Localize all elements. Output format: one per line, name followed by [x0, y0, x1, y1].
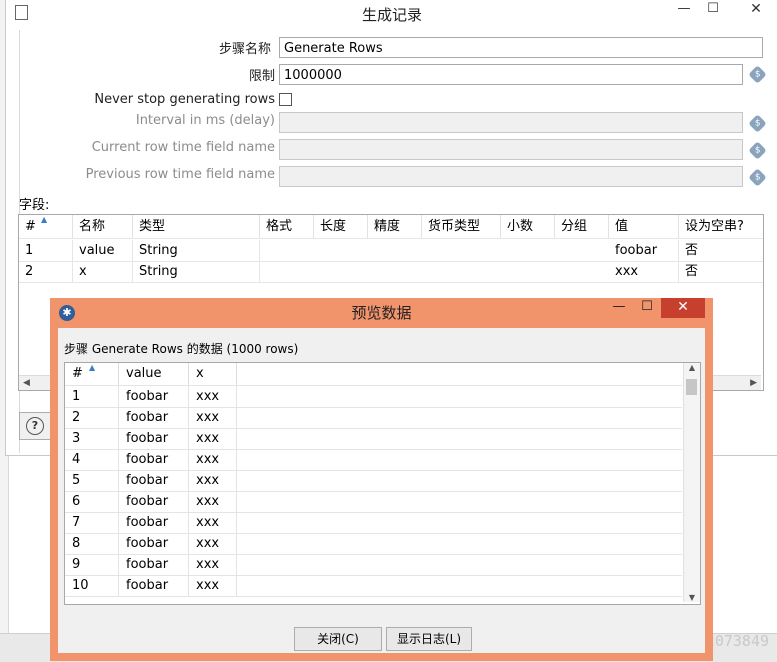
- scroll-down-icon[interactable]: ▼: [684, 593, 700, 602]
- scroll-thumb[interactable]: [686, 379, 697, 395]
- column-header-type[interactable]: 类型: [133, 215, 260, 238]
- row-divider: [65, 596, 682, 597]
- table-cell[interactable]: 2: [19, 261, 73, 282]
- dialog-titlebar: 生成记录 — ☐ ✕: [6, 0, 777, 27]
- column-header-decimal[interactable]: 小数: [501, 215, 555, 238]
- preview-body: 步骤 Generate Rows 的数据 (1000 rows) # ▲ val…: [58, 328, 705, 653]
- column-header-group[interactable]: 分组: [555, 215, 609, 238]
- column-header-value[interactable]: value: [119, 363, 189, 385]
- close-button[interactable]: ✕: [734, 0, 777, 20]
- table-cell[interactable]: 9: [65, 554, 119, 575]
- current-time-label: Current row time field name: [91, 140, 275, 155]
- column-header-precision[interactable]: 精度: [368, 215, 422, 238]
- column-header-format[interactable]: 格式: [260, 215, 314, 238]
- table-cell[interactable]: String: [133, 240, 260, 261]
- column-header-set-empty[interactable]: 设为空串?: [679, 215, 763, 238]
- vertical-scrollbar[interactable]: ▲ ▼: [683, 363, 700, 602]
- table-cell[interactable]: foobar: [609, 240, 679, 261]
- table-cell[interactable]: foobar: [119, 428, 189, 449]
- table-cell[interactable]: xxx: [189, 512, 237, 533]
- interval-input[interactable]: [279, 112, 743, 133]
- previous-time-label: Previous row time field name: [85, 167, 275, 182]
- never-stop-checkbox[interactable]: [279, 93, 292, 106]
- table-cell[interactable]: 5: [65, 470, 119, 491]
- scroll-up-icon[interactable]: ▲: [684, 363, 700, 372]
- table-cell[interactable]: 4: [65, 449, 119, 470]
- table-cell[interactable]: foobar: [119, 512, 189, 533]
- maximize-button[interactable]: ☐: [698, 0, 728, 20]
- limit-input[interactable]: 1000000: [279, 64, 743, 85]
- table-cell[interactable]: foobar: [119, 575, 189, 596]
- maximize-button[interactable]: ☐: [633, 298, 661, 318]
- table-cell[interactable]: value: [73, 240, 133, 261]
- table-cell[interactable]: foobar: [119, 533, 189, 554]
- sort-arrow-icon: ▲: [41, 215, 48, 224]
- close-preview-button[interactable]: 关闭(C): [294, 627, 382, 651]
- current-time-input[interactable]: [279, 139, 743, 160]
- table-cell[interactable]: foobar: [119, 407, 189, 428]
- table-cell[interactable]: xxx: [189, 554, 237, 575]
- preview-caption: 步骤 Generate Rows 的数据 (1000 rows): [64, 342, 299, 356]
- preview-dialog: ✱ 预览数据 — ☐ ✕ 步骤 Generate Rows 的数据 (1000 …: [50, 298, 713, 661]
- show-log-button[interactable]: 显示日志(L): [386, 627, 472, 651]
- table-cell[interactable]: xxx: [189, 533, 237, 554]
- table-cell[interactable]: 否: [679, 261, 763, 282]
- table-cell[interactable]: xxx: [189, 407, 237, 428]
- interval-label: Interval in ms (delay): [135, 113, 275, 128]
- limit-label: 限制: [248, 69, 275, 84]
- step-name-label: 步骤名称: [218, 42, 271, 57]
- step-name-input[interactable]: Generate Rows: [279, 37, 763, 58]
- table-cell[interactable]: foobar: [119, 554, 189, 575]
- minimize-button[interactable]: —: [669, 0, 699, 20]
- table-cell[interactable]: 否: [679, 240, 763, 261]
- scroll-right-icon[interactable]: ▶: [750, 376, 757, 390]
- dialog-title: 生成记录: [361, 6, 422, 24]
- column-header-name[interactable]: 名称: [73, 215, 133, 238]
- column-header-currency[interactable]: 货币类型: [422, 215, 501, 238]
- table-cell[interactable]: xxx: [609, 261, 679, 282]
- table-cell[interactable]: xxx: [189, 428, 237, 449]
- minimize-button[interactable]: —: [605, 298, 633, 318]
- table-cell[interactable]: 2: [65, 407, 119, 428]
- table-cell[interactable]: 3: [65, 428, 119, 449]
- table-cell[interactable]: 7: [65, 512, 119, 533]
- table-cell[interactable]: 1: [19, 240, 73, 261]
- table-cell[interactable]: 6: [65, 491, 119, 512]
- table-cell[interactable]: xxx: [189, 575, 237, 596]
- column-header-length[interactable]: 长度: [314, 215, 368, 238]
- table-cell[interactable]: foobar: [119, 470, 189, 491]
- table-cell[interactable]: 10: [65, 575, 119, 596]
- table-cell[interactable]: xxx: [189, 470, 237, 491]
- table-cell[interactable]: 1: [65, 386, 119, 407]
- table-cell[interactable]: foobar: [119, 449, 189, 470]
- help-icon: ?: [26, 417, 44, 435]
- column-header-x[interactable]: x: [189, 363, 237, 385]
- row-divider: [19, 282, 763, 283]
- preview-table[interactable]: # ▲ value x 1 foobar xxx 2 foobar xxx 3 foobar x…: [64, 362, 701, 605]
- never-stop-label: Never stop generating rows: [94, 92, 275, 107]
- table-cell[interactable]: String: [133, 261, 260, 282]
- table-cell[interactable]: 8: [65, 533, 119, 554]
- column-header-value[interactable]: 值: [609, 215, 679, 238]
- sort-arrow-icon: ▲: [89, 363, 96, 372]
- previous-time-input[interactable]: [279, 166, 743, 187]
- table-cell[interactable]: foobar: [119, 386, 189, 407]
- row-divider: [19, 238, 763, 239]
- table-cell[interactable]: x: [73, 261, 133, 282]
- close-button[interactable]: ✕: [661, 298, 705, 318]
- table-cell[interactable]: foobar: [119, 491, 189, 512]
- table-cell[interactable]: xxx: [189, 386, 237, 407]
- fields-label: 字段:: [19, 198, 50, 213]
- table-cell[interactable]: xxx: [189, 449, 237, 470]
- scroll-left-icon[interactable]: ◀: [23, 376, 30, 390]
- table-cell[interactable]: xxx: [189, 491, 237, 512]
